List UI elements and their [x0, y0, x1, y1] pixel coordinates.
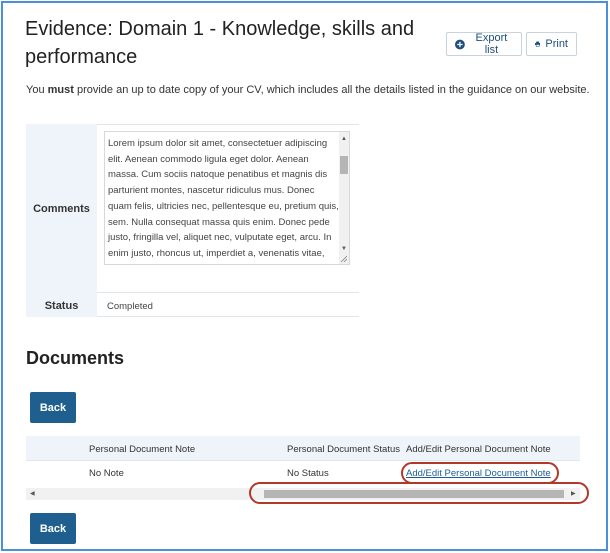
intro-emphasis: must [47, 84, 74, 96]
intro-text: You must provide an up to date copy of y… [26, 84, 590, 96]
print-button[interactable]: Print [526, 32, 577, 56]
comments-textarea[interactable]: Lorem ipsum dolor sit amet, consectetuer… [104, 131, 350, 265]
comments-scrollbar[interactable]: ▲ ▼ [339, 132, 349, 264]
comments-scroll-thumb[interactable] [340, 156, 348, 174]
column-header-note: Personal Document Note [89, 444, 196, 455]
comments-text: Lorem ipsum dolor sit amet, consectetuer… [108, 138, 339, 264]
scroll-right-icon[interactable]: ▶ [571, 488, 576, 500]
comments-label: Comments [33, 203, 90, 215]
column-header-status: Personal Document Status [287, 444, 401, 455]
back-button-bottom[interactable]: Back [30, 513, 76, 544]
page-title: Evidence: Domain 1 - Knowledge, skills a… [25, 18, 415, 68]
row-status: No Status [287, 468, 329, 479]
plus-circle-icon [455, 39, 465, 49]
scroll-left-icon[interactable]: ◀ [30, 488, 35, 500]
add-edit-note-link[interactable]: Add/Edit Personal Document Note [406, 468, 551, 479]
scroll-down-icon[interactable]: ▼ [339, 244, 349, 254]
table-horizontal-scrollbar[interactable]: ◀ ▶ [26, 488, 580, 500]
documents-title: Documents [26, 348, 125, 368]
column-header-action: Add/Edit Personal Document Note [406, 444, 551, 455]
export-list-button[interactable]: Export list [446, 32, 522, 56]
status-value: Completed [107, 301, 153, 312]
page-frame: Evidence: Domain 1 - Knowledge, skills a… [1, 1, 608, 551]
status-label: Status [44, 300, 79, 312]
table-scroll-thumb[interactable] [264, 490, 564, 498]
printer-icon [535, 41, 541, 47]
resize-grip-icon[interactable] [339, 254, 347, 262]
scroll-up-icon[interactable]: ▲ [339, 134, 349, 144]
back-button-top[interactable]: Back [30, 392, 76, 423]
label-column [26, 124, 97, 317]
export-list-label: Export list [475, 32, 508, 56]
documents-table: Personal Document Note Personal Document… [26, 436, 580, 504]
evidence-details: Comments Lorem ipsum dolor sit amet, con… [26, 124, 359, 317]
print-label: Print [545, 38, 568, 50]
row-note: No Note [89, 468, 124, 479]
